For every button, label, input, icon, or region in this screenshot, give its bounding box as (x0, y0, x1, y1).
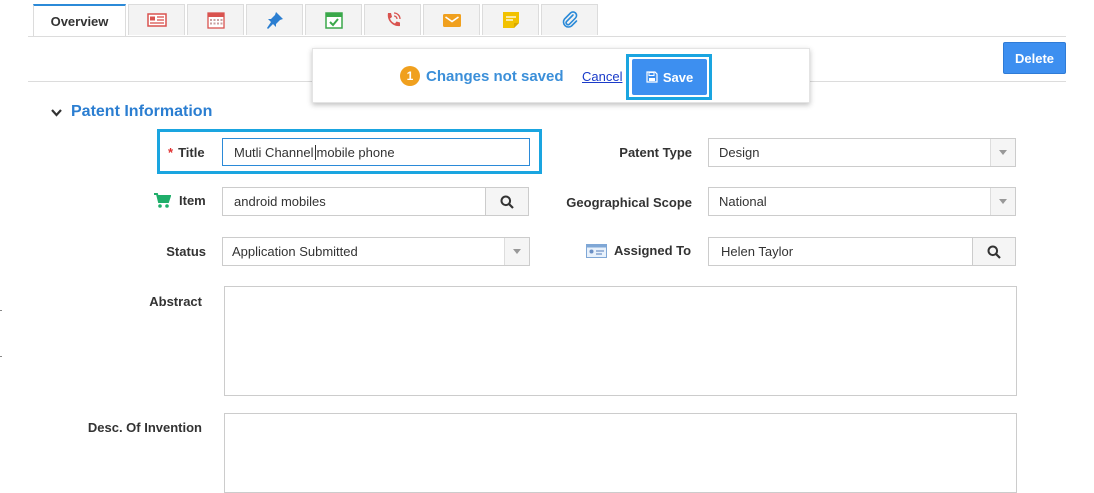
chevron-down-icon (51, 108, 62, 117)
geographical-scope-label: Geographical Scope (566, 195, 692, 210)
id-card-icon (586, 243, 607, 258)
item-value: android mobiles (234, 194, 326, 209)
geographical-scope-value: National (719, 194, 767, 209)
title-value-part2: mobile phone (316, 144, 395, 160)
edge-mark (0, 356, 2, 357)
dropdown-arrow-icon[interactable] (990, 188, 1015, 215)
dropdown-arrow-icon[interactable] (990, 139, 1015, 166)
tab-attachments[interactable] (541, 4, 598, 35)
title-value-part1: Mutli Channel (234, 144, 314, 160)
tab-calendar-check[interactable] (305, 4, 362, 35)
patent-type-value: Design (719, 145, 760, 160)
geographical-scope-select[interactable]: National (708, 187, 1016, 216)
save-button[interactable]: Save (632, 59, 707, 95)
phone-icon (387, 12, 401, 27)
search-icon (500, 195, 514, 209)
edge-mark (0, 310, 2, 311)
delete-button[interactable]: Delete (1003, 42, 1066, 74)
search-icon (987, 245, 1001, 259)
save-button-label: Save (662, 69, 694, 85)
text-cursor (314, 144, 316, 160)
tab-divider (28, 36, 1066, 37)
pin-icon (266, 12, 283, 29)
item-lookup[interactable]: android mobiles (222, 187, 529, 216)
tab-email[interactable] (423, 4, 480, 35)
status-value: Application Submitted (232, 244, 358, 259)
assigned-to-label: Assigned To (586, 243, 691, 258)
cart-icon (154, 193, 171, 208)
newspaper-icon (146, 13, 167, 27)
desc-of-invention-label: Desc. Of Invention (87, 420, 202, 435)
patent-type-label: Patent Type (619, 145, 692, 160)
section-toggle-patent-information[interactable]: Patent Information (50, 103, 212, 121)
tab-bar: Overview (33, 4, 600, 37)
calendar-icon (206, 12, 225, 29)
abstract-textarea[interactable] (224, 286, 1017, 396)
required-marker: * (168, 145, 174, 160)
assigned-to-lookup[interactable]: Helen Taylor (708, 237, 1016, 266)
item-search-button[interactable] (485, 188, 528, 215)
tab-newspaper[interactable] (128, 4, 185, 35)
section-title: Patent Information (71, 103, 213, 120)
dropdown-arrow-icon[interactable] (504, 238, 529, 265)
unsaved-count-badge: 1 (400, 66, 420, 86)
item-label: Item (153, 192, 206, 209)
status-label: Status (166, 244, 206, 259)
abstract-label: Abstract (149, 294, 202, 309)
floppy-disk-icon (646, 71, 658, 83)
sticky-note-icon (502, 12, 519, 28)
tab-phone[interactable] (364, 4, 421, 35)
patent-type-select[interactable]: Design (708, 138, 1016, 167)
tab-calendar[interactable] (187, 4, 244, 35)
tab-overview-label: Overview (50, 14, 109, 29)
tab-overview[interactable]: Overview (33, 4, 126, 37)
unsaved-changes-text: Changes not saved (426, 68, 564, 85)
unsaved-changes-bar: 1 Changes not saved Cancel Save (312, 48, 810, 103)
assigned-to-search-button[interactable] (972, 238, 1015, 265)
envelope-icon (442, 14, 461, 27)
tab-pin[interactable] (246, 4, 303, 35)
tab-notes[interactable] (482, 4, 539, 35)
cancel-link[interactable]: Cancel (582, 69, 622, 84)
status-select[interactable]: Application Submitted (222, 237, 530, 266)
paperclip-icon (562, 11, 577, 28)
calendar-check-icon (324, 12, 343, 29)
title-label: * Title (168, 145, 205, 160)
assigned-to-value: Helen Taylor (721, 244, 794, 259)
desc-of-invention-textarea[interactable] (224, 413, 1017, 493)
title-input[interactable]: Mutli Channel mobile phone (222, 138, 530, 166)
